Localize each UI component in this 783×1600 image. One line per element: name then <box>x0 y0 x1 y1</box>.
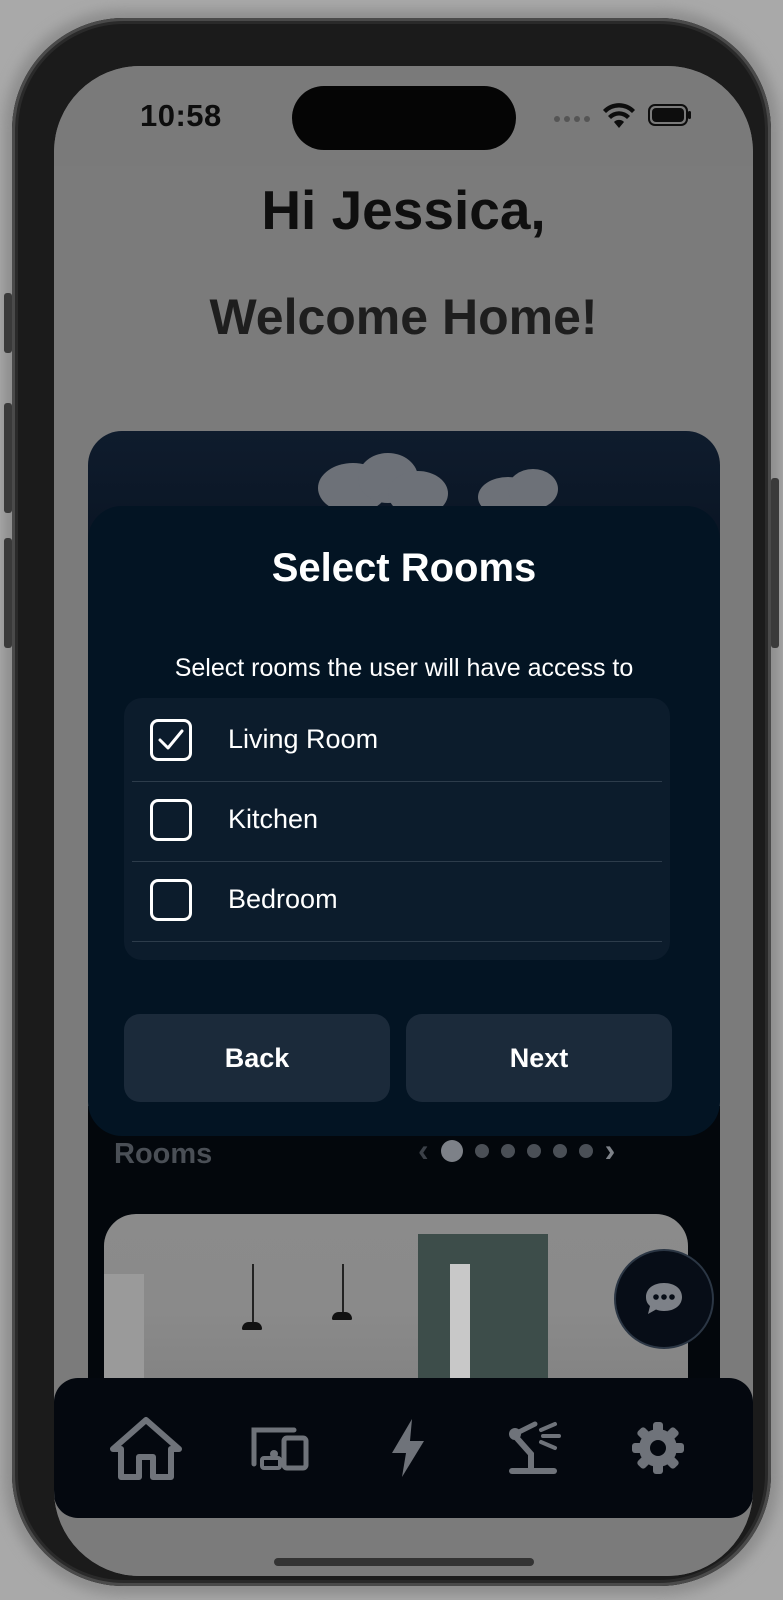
tab-devices[interactable] <box>240 1408 320 1488</box>
screen: 10:58 Hi Jessica, Welcome Home! Rooms ‹ … <box>54 66 753 1576</box>
volume-down-button <box>4 538 12 648</box>
photo-art <box>450 1264 470 1384</box>
welcome-title: Welcome Home! <box>209 289 598 345</box>
chat-bubble-icon <box>646 1283 682 1314</box>
list-item-living-room[interactable]: Living Room <box>132 702 662 782</box>
pager-dot[interactable] <box>552 1143 567 1158</box>
energy-icon <box>392 1419 424 1477</box>
devices-icon <box>251 1427 309 1471</box>
dynamic-island <box>292 86 516 150</box>
checkmark-icon <box>158 729 184 750</box>
checkbox-unchecked[interactable] <box>150 799 192 841</box>
automation-icon <box>509 1421 561 1474</box>
select-rooms-dialog: Select Rooms Select rooms the user will … <box>88 506 720 1136</box>
chevron-left-icon[interactable]: ‹ <box>418 1132 429 1169</box>
status-bar: 10:58 <box>54 66 753 166</box>
tab-automation[interactable] <box>494 1408 574 1488</box>
phone-frame: 10:58 Hi Jessica, Welcome Home! Rooms ‹ … <box>4 18 779 1586</box>
pager-dot[interactable] <box>500 1143 515 1158</box>
next-button[interactable]: Next <box>406 1014 672 1102</box>
signal-icon <box>554 116 590 122</box>
pager-dot[interactable] <box>474 1143 489 1158</box>
room-list: Living Room Kitchen Bedroom <box>124 698 670 960</box>
pendant-light <box>242 1322 262 1330</box>
chevron-right-icon[interactable]: › <box>605 1132 616 1169</box>
chat-button[interactable] <box>614 1249 714 1349</box>
dialog-subtitle: Select rooms the user will have access t… <box>174 654 634 682</box>
power-button <box>771 478 779 648</box>
pager-dot[interactable] <box>578 1143 593 1158</box>
room-label: Kitchen <box>228 804 319 834</box>
tab-energy[interactable] <box>368 1408 448 1488</box>
volume-up-button <box>4 403 12 513</box>
room-label: Living Room <box>228 724 379 754</box>
back-button[interactable]: Back <box>124 1014 390 1102</box>
pager-dot[interactable] <box>526 1143 541 1158</box>
tab-bar <box>54 1378 753 1518</box>
checkbox-checked[interactable] <box>150 719 192 761</box>
list-item-bedroom[interactable]: Bedroom <box>132 862 662 942</box>
settings-icon <box>632 1422 684 1474</box>
greeting-title: Hi Jessica, <box>261 179 546 241</box>
tab-home[interactable] <box>106 1408 186 1488</box>
pendant-light <box>332 1312 352 1320</box>
room-label: Bedroom <box>228 884 338 914</box>
home-icon <box>110 1417 182 1480</box>
action-button <box>4 293 12 353</box>
checkbox-unchecked[interactable] <box>150 879 192 921</box>
rooms-label: Rooms <box>114 1138 213 1170</box>
light-cord <box>342 1264 344 1314</box>
battery-icon <box>648 104 691 126</box>
cloud <box>508 469 558 509</box>
divider <box>132 941 662 942</box>
wifi-icon <box>603 103 635 128</box>
status-time: 10:58 <box>140 98 222 133</box>
light-cord <box>252 1264 254 1324</box>
pager-dot[interactable] <box>440 1139 463 1162</box>
home-indicator[interactable] <box>274 1558 534 1566</box>
rooms-pager: ‹ › <box>418 1132 615 1169</box>
dialog-title: Select Rooms <box>271 546 537 590</box>
tab-settings[interactable] <box>618 1408 698 1488</box>
list-item-kitchen[interactable]: Kitchen <box>132 782 662 862</box>
